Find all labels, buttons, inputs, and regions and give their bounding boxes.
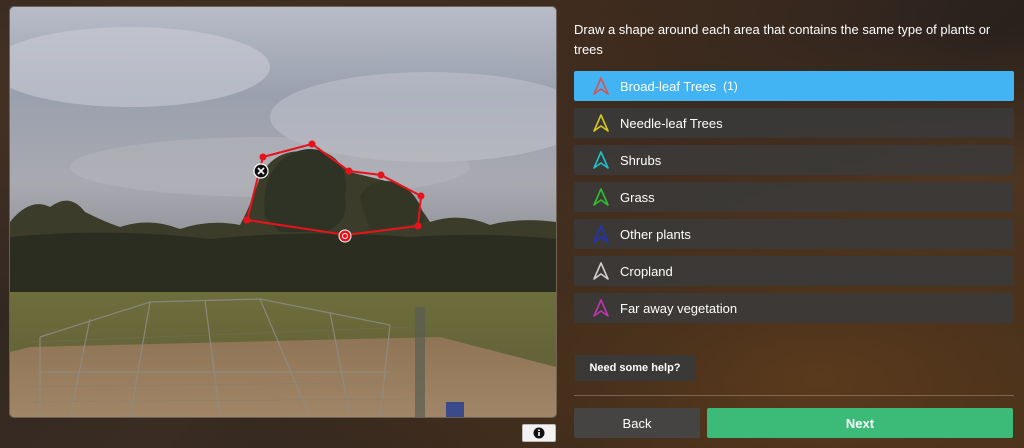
class-item-far-away-vegetation[interactable]: Far away vegetation [574,293,1014,323]
class-label: Grass [620,189,655,205]
far-away-vegetation-arrow-icon [590,297,612,319]
class-item-other-plants[interactable]: Other plants [574,219,1014,249]
help-button[interactable]: Need some help? [575,355,695,381]
divider [574,395,1014,396]
class-label: Cropland [620,263,673,279]
broad-leaf-arrow-icon [590,75,612,97]
info-icon [533,427,545,439]
grass-arrow-icon [590,186,612,208]
shrubs-arrow-icon [590,149,612,171]
other-plants-arrow-icon [590,223,612,245]
class-item-shrubs[interactable]: Shrubs [574,145,1014,175]
class-item-grass[interactable]: Grass [574,182,1014,212]
class-label: Shrubs [620,152,662,168]
photo-canvas[interactable] [10,7,556,417]
class-item-cropland[interactable]: Cropland [574,256,1014,286]
class-label: Other plants [620,226,691,242]
class-label: Needle-leaf Trees [620,115,723,131]
class-label: Broad-leaf Trees [620,78,717,94]
class-item-broad-leaf-trees[interactable]: Broad-leaf Trees (1) [574,71,1014,101]
cropland-arrow-icon [590,260,612,282]
needle-leaf-arrow-icon [590,112,612,134]
class-count: (1) [723,79,738,93]
delete-polygon-icon[interactable] [253,163,269,179]
class-item-needle-leaf-trees[interactable]: Needle-leaf Trees [574,108,1014,138]
task-instruction: Draw a shape around each area that conta… [574,22,991,57]
class-label: Far away vegetation [620,300,738,316]
vegetation-class-list: Broad-leaf Trees (1) Needle-leaf Trees S… [574,71,1014,330]
field-photo [10,7,556,417]
next-button[interactable]: Next [707,408,1013,438]
back-button[interactable]: Back [574,408,700,438]
move-polygon-handle[interactable] [338,229,352,243]
info-button[interactable] [522,424,556,442]
